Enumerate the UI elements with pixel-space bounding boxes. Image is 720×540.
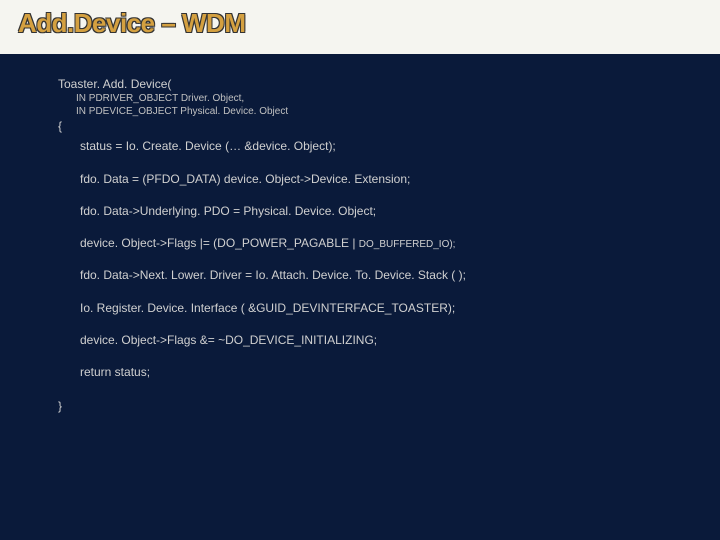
code-line-8: return status; <box>58 364 720 380</box>
code-line-1: status = Io. Create. Device (… &device. … <box>58 138 720 154</box>
slide-title: Add.Device – WDM <box>18 8 702 39</box>
code-line-7: device. Object->Flags &= ~DO_DEVICE_INIT… <box>58 332 720 348</box>
code-line-6: Io. Register. Device. Interface ( &GUID_… <box>58 300 720 316</box>
code-line-4b: DO_BUFFERED_IO); <box>359 239 456 250</box>
code-line-2: fdo. Data = (PFDO_DATA) device. Object->… <box>58 171 720 187</box>
open-brace: { <box>58 118 720 134</box>
title-bar: Add.Device – WDM <box>0 0 720 54</box>
code-line-4: device. Object->Flags |= (DO_POWER_PAGAB… <box>58 235 720 252</box>
code-line-3: fdo. Data->Underlying. PDO = Physical. D… <box>58 203 720 219</box>
close-brace: } <box>58 398 720 414</box>
param-1: IN PDRIVER_OBJECT Driver. Object, <box>58 92 720 105</box>
param-2: IN PDEVICE_OBJECT Physical. Device. Obje… <box>58 105 720 118</box>
code-content: Toaster. Add. Device( IN PDRIVER_OBJECT … <box>0 54 720 540</box>
function-declaration: Toaster. Add. Device( <box>58 76 720 92</box>
code-line-5: fdo. Data->Next. Lower. Driver = Io. Att… <box>58 267 720 283</box>
code-line-4a: device. Object->Flags |= (DO_POWER_PAGAB… <box>80 236 359 250</box>
